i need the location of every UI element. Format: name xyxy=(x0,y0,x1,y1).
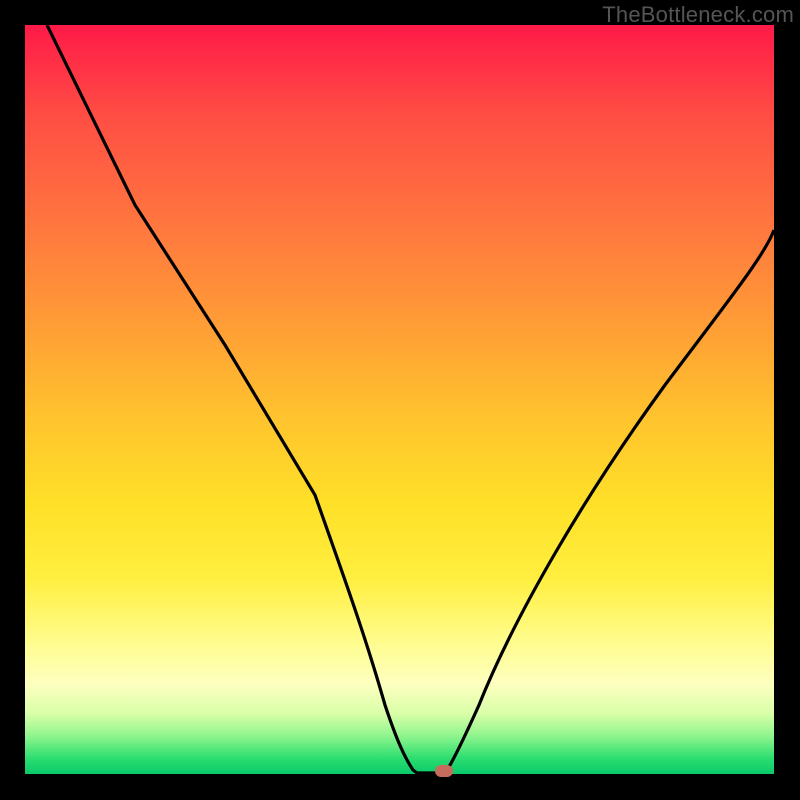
bottleneck-curve xyxy=(25,25,774,774)
curve-path xyxy=(47,25,774,773)
plot-area xyxy=(25,25,774,774)
watermark-text: TheBottleneck.com xyxy=(602,2,794,28)
optimal-marker xyxy=(435,765,453,777)
